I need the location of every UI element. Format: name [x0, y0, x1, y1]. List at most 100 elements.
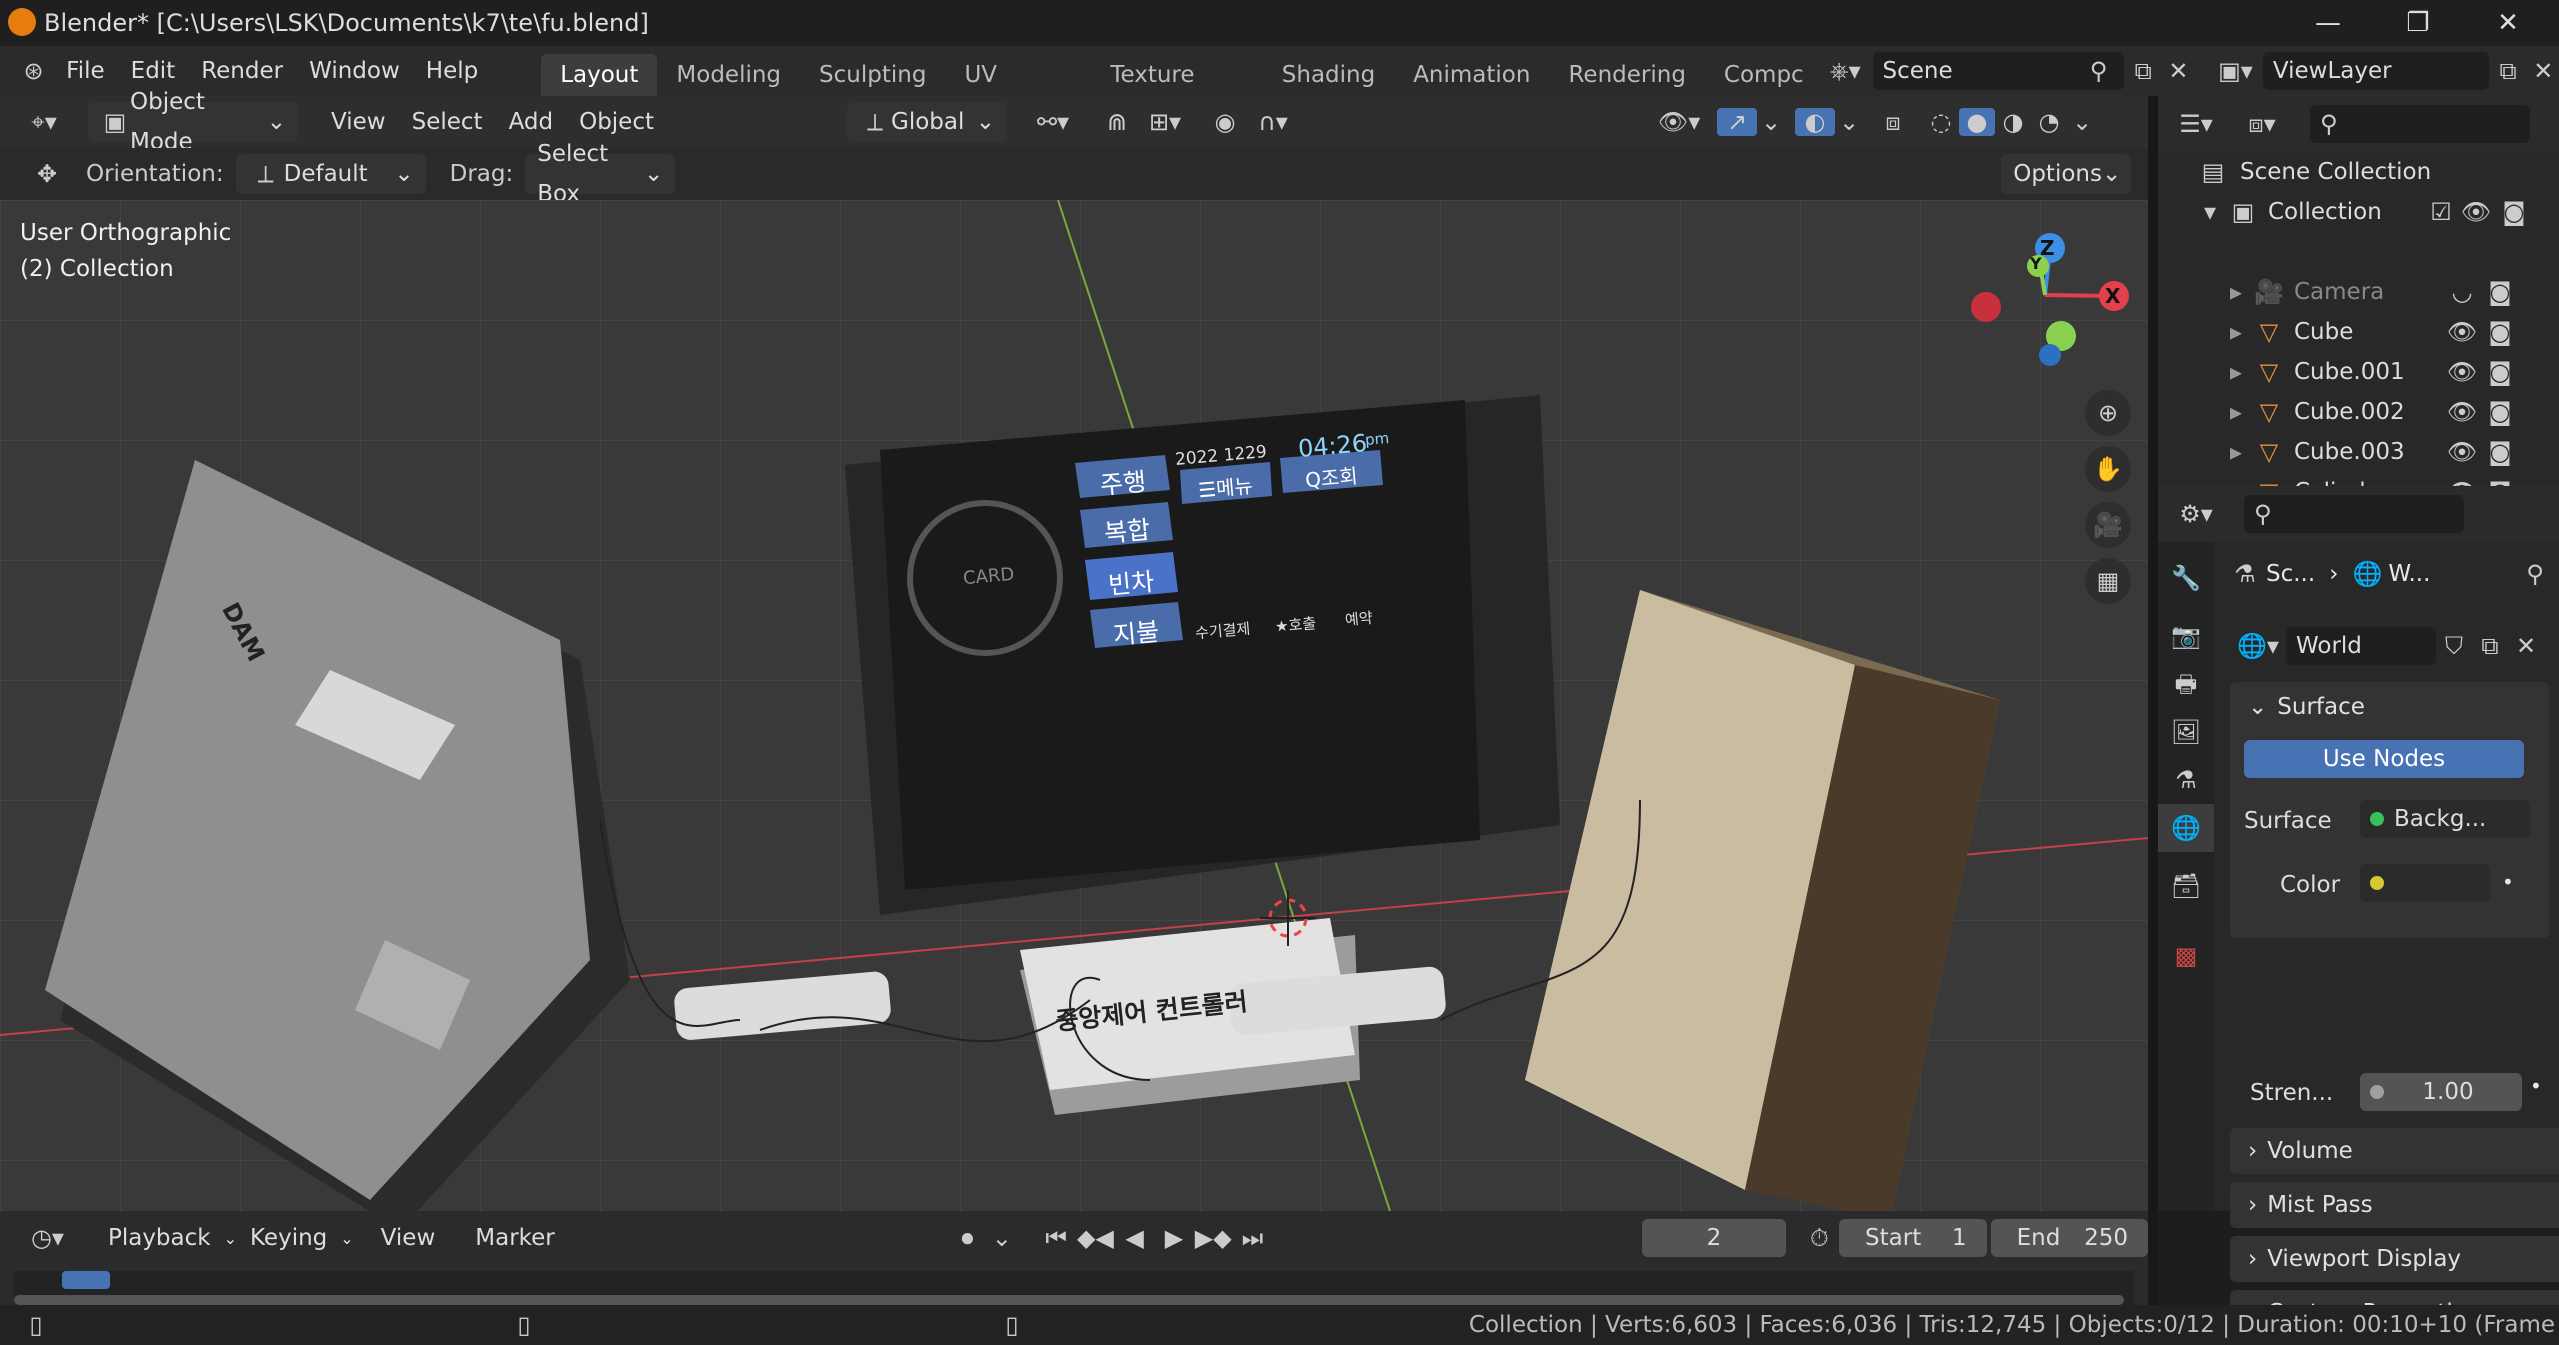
filter-icon[interactable]: ⧈▾: [2234, 110, 2290, 138]
view-layer-field[interactable]: ViewLayer: [2262, 52, 2489, 90]
new-view-layer-icon[interactable]: ⧉: [2489, 57, 2528, 85]
camera-render-icon[interactable]: ◙: [2482, 398, 2518, 426]
close-button[interactable]: ✕: [2478, 4, 2538, 42]
eye-icon[interactable]: 👁: [2442, 438, 2482, 466]
tab-uv-editing[interactable]: UV Editing: [945, 54, 1091, 130]
menu-help[interactable]: Help: [413, 58, 491, 84]
scene-tab-icon[interactable]: ⚗: [2158, 756, 2214, 804]
drag-dropdown[interactable]: Select Box ⌄: [525, 141, 676, 207]
rendered-shading-icon[interactable]: ◔: [2031, 108, 2067, 136]
camera-render-icon[interactable]: ◙: [2482, 278, 2518, 306]
view-layer-tab-icon[interactable]: 🖼: [2158, 708, 2214, 756]
snap-target-icon[interactable]: ⊞▾: [1137, 108, 1193, 136]
world-name-field[interactable]: World: [2286, 627, 2436, 665]
menu-add[interactable]: Add: [496, 109, 567, 135]
view-layer-icon[interactable]: ▣▾: [2208, 57, 2263, 85]
jump-start-icon[interactable]: ⏮: [1037, 1224, 1076, 1252]
eye-closed-icon[interactable]: ◡: [2442, 278, 2482, 306]
maximize-button[interactable]: ❐: [2388, 4, 2448, 42]
outliner-collection[interactable]: ▾ ▣ Collection ☑ 👁 ◙: [2158, 192, 2559, 232]
texture-tab-icon[interactable]: ▩: [2158, 932, 2214, 980]
menu-edit[interactable]: Edit: [118, 58, 189, 84]
snap-icon[interactable]: ⋒: [1097, 108, 1137, 136]
chevron-down-icon[interactable]: ⌄: [987, 1224, 1016, 1252]
color-field[interactable]: [2360, 864, 2490, 902]
zoom-icon[interactable]: ⊕: [2085, 390, 2131, 436]
chevron-right-icon[interactable]: ▸: [2224, 318, 2248, 346]
editor-type-icon[interactable]: ◷▾: [20, 1224, 75, 1252]
tab-rendering[interactable]: Rendering: [1549, 54, 1704, 96]
current-frame-field[interactable]: 2: [1642, 1219, 1786, 1257]
world-browse-icon[interactable]: 🌐▾: [2230, 632, 2286, 660]
menu-playback[interactable]: Playback: [95, 1225, 224, 1251]
menu-file[interactable]: File: [53, 58, 118, 84]
menu-view[interactable]: View: [368, 1225, 449, 1251]
duplicate-icon[interactable]: ⧉: [2472, 632, 2508, 660]
area-divider[interactable]: [2148, 96, 2158, 1305]
unlink-icon[interactable]: ✕: [2508, 632, 2544, 660]
timeline-scrollbar[interactable]: [14, 1295, 2124, 1305]
tab-compositing[interactable]: Compc: [1705, 54, 1808, 96]
pivot-point-icon[interactable]: ⚯▾: [1025, 108, 1081, 136]
stopwatch-icon[interactable]: ⏱: [1800, 1224, 1839, 1252]
tab-animation[interactable]: Animation: [1394, 54, 1549, 96]
keyframe-dot-icon[interactable]: •: [2530, 1074, 2542, 1098]
orientation-dropdown[interactable]: ⟂ Default ⌄: [235, 154, 426, 194]
pin-icon[interactable]: ⚲: [2520, 560, 2550, 588]
menu-window[interactable]: Window: [296, 58, 413, 84]
camera-render-icon[interactable]: ◙: [2482, 358, 2518, 386]
grid-perspective-icon[interactable]: ▦: [2085, 558, 2131, 604]
play-reverse-icon[interactable]: ◀: [1115, 1224, 1154, 1252]
collapsed-panel[interactable]: › Mist Pass: [2230, 1182, 2559, 1228]
eye-icon[interactable]: 👁: [2442, 318, 2482, 346]
chevron-down-icon[interactable]: ⌄: [1757, 108, 1785, 136]
outliner-item[interactable]: ▸ ▽ Cube.002 👁 ◙: [2158, 392, 2559, 432]
menu-object[interactable]: Object: [566, 109, 667, 135]
chevron-right-icon[interactable]: ▸: [2224, 398, 2248, 426]
surface-panel-header[interactable]: ⌄ Surface: [2230, 682, 2549, 732]
transform-orientation-dropdown[interactable]: ⟂ Global ⌄: [847, 102, 1008, 142]
collapsed-panel[interactable]: › Viewport Display: [2230, 1236, 2559, 1282]
world-tab-icon[interactable]: 🌐: [2158, 804, 2214, 852]
menu-view[interactable]: View: [318, 109, 399, 135]
falloff-icon[interactable]: ∩▾: [1245, 108, 1301, 136]
menu-select[interactable]: Select: [399, 109, 496, 135]
editor-type-icon[interactable]: ⌖▾: [14, 108, 74, 136]
outliner-search-input[interactable]: ⚲: [2310, 105, 2530, 143]
pin-icon[interactable]: ⚲: [2084, 52, 2114, 90]
playhead[interactable]: [62, 1271, 110, 1289]
properties-search-input[interactable]: ⚲: [2244, 495, 2464, 533]
blender-menu-icon[interactable]: ⊛: [14, 57, 53, 85]
outliner-item[interactable]: ▸ 🎥 Camera ◡ ◙: [2158, 272, 2559, 312]
end-frame-field[interactable]: End 250: [1990, 1219, 2149, 1257]
use-nodes-button[interactable]: Use Nodes: [2244, 740, 2524, 778]
outliner-item[interactable]: ▸ ▽ Cube 👁 ◙: [2158, 312, 2559, 352]
tab-texture-paint[interactable]: Texture Paint: [1091, 54, 1262, 130]
minimize-button[interactable]: —: [2298, 4, 2358, 42]
overlay-toggle-icon[interactable]: ◐: [1795, 108, 1836, 136]
gizmo-toggle-icon[interactable]: ↗: [1717, 108, 1758, 136]
scene-field[interactable]: Scene ⚲: [1872, 52, 2124, 90]
keyframe-dot-icon[interactable]: •: [2502, 870, 2514, 894]
jump-end-icon[interactable]: ⏭: [1233, 1224, 1272, 1252]
chevron-down-icon[interactable]: ⌄: [2067, 108, 2097, 136]
pan-hand-icon[interactable]: ✋: [2085, 446, 2131, 492]
camera-render-icon[interactable]: ◙: [2482, 438, 2518, 466]
display-mode-icon[interactable]: ☰▾: [2168, 110, 2224, 138]
outliner-item[interactable]: ▸ ▽ Cube.003 👁 ◙: [2158, 432, 2559, 472]
strength-field[interactable]: 1.00: [2360, 1073, 2522, 1111]
start-frame-field[interactable]: Start 1: [1839, 1219, 1987, 1257]
outliner-item[interactable]: ▸ ▽ Cube.001 👁 ◙: [2158, 352, 2559, 392]
tab-shading[interactable]: Shading: [1263, 54, 1394, 96]
collapsed-panel[interactable]: › Volume: [2230, 1128, 2559, 1174]
menu-render[interactable]: Render: [188, 58, 296, 84]
tab-modeling[interactable]: Modeling: [657, 54, 800, 96]
mode-dropdown[interactable]: ▣ Object Mode ⌄: [88, 89, 298, 155]
active-tool-icon[interactable]: ✥: [22, 160, 72, 188]
outliner-scene-collection[interactable]: ▤ Scene Collection: [2158, 152, 2559, 192]
chevron-right-icon[interactable]: ▸: [2224, 438, 2248, 466]
camera-render-icon[interactable]: ◙: [2482, 318, 2518, 346]
tool-tab-icon[interactable]: 🔧: [2158, 554, 2214, 602]
output-tab-icon[interactable]: 🖶: [2158, 660, 2214, 708]
scene-selector-icon[interactable]: ⎈▾: [1818, 57, 1873, 85]
